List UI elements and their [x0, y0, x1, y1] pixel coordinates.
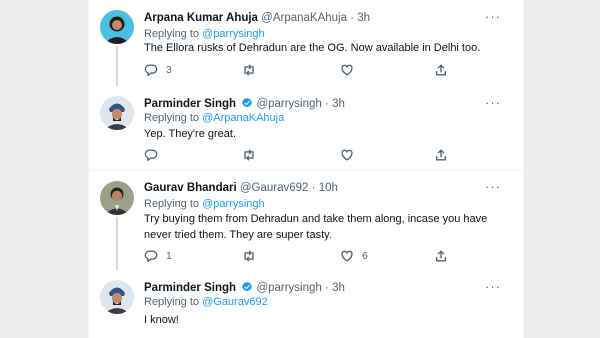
reply-count: 3 [166, 64, 172, 76]
replying-to: Replying to @Gaurav692 [144, 296, 268, 309]
tweet-parminder[interactable]: Parminder Singh @parrysingh · 3h ··· Rep… [89, 270, 523, 338]
reply-count: 1 [166, 250, 172, 262]
heart-icon [341, 149, 353, 161]
more-icon[interactable]: ··· [485, 179, 501, 194]
tweet-text: Try buying them from Dehradun and take t… [144, 213, 488, 241]
separator-dot: · [325, 98, 329, 110]
like-count: 6 [362, 250, 368, 262]
author-handle[interactable]: @parrysingh [256, 98, 321, 110]
reply-thread: Arpana Kumar Ahuja @ArpanaKAhuja · 3h ··… [88, 0, 524, 338]
author-name[interactable]: Parminder Singh [144, 98, 236, 110]
verified-badge-icon [242, 97, 253, 108]
avatar-gaurav[interactable] [100, 181, 134, 215]
author-handle[interactable]: @Gaurav692 [240, 182, 309, 194]
avatar-arpana[interactable] [100, 10, 134, 44]
tweet-actions: 3 [144, 63, 464, 79]
replying-to-label: Replying to [144, 28, 203, 40]
replying-to: Replying to @parrysingh [144, 198, 265, 211]
share-icon [435, 149, 447, 161]
tweet-text: The Ellora rusks of Dehradun are the OG.… [144, 42, 481, 54]
reply-button[interactable] [144, 148, 166, 162]
reply-button[interactable]: 3 [144, 63, 172, 77]
replying-to-handle[interactable]: @ArpanaKAhuja [202, 112, 284, 124]
tweet-header: Parminder Singh @parrysingh · 3h [144, 281, 345, 295]
more-icon[interactable]: ··· [485, 95, 501, 110]
timestamp[interactable]: 3h [332, 98, 345, 110]
tweet-header: Arpana Kumar Ahuja @ArpanaKAhuja · 3h [144, 11, 370, 25]
timestamp[interactable]: 3h [357, 12, 370, 24]
like-button[interactable]: 6 [340, 249, 368, 263]
reply-icon [144, 250, 158, 262]
replying-to-handle[interactable]: @parrysingh [202, 198, 265, 210]
heart-icon [341, 64, 353, 76]
avatar-parminder[interactable] [100, 280, 134, 314]
more-icon[interactable]: ··· [485, 279, 501, 294]
heart-icon [341, 250, 353, 262]
retweet-icon [244, 149, 254, 161]
avatar-parminder[interactable] [100, 96, 134, 130]
replying-to: Replying to @ArpanaKAhuja [144, 112, 284, 125]
author-name[interactable]: Parminder Singh [144, 282, 236, 294]
tweet-text: Yep. They're great. [144, 128, 236, 140]
retweet-icon [244, 250, 254, 262]
separator-dot: · [325, 282, 329, 294]
share-button[interactable] [434, 148, 448, 162]
verified-badge-icon [242, 281, 253, 292]
thread-line [116, 46, 118, 86]
share-button[interactable] [434, 63, 448, 77]
retweet-button[interactable] [242, 63, 264, 77]
author-handle[interactable]: @ArpanaKAhuja [261, 12, 347, 24]
tweet-gaurav[interactable]: Gaurav Bhandari @Gaurav692 · 10h ··· Rep… [89, 171, 523, 270]
separator-dot: · [311, 182, 316, 194]
like-button[interactable] [340, 63, 362, 77]
tweet-actions [144, 148, 464, 164]
reply-icon [144, 149, 158, 161]
tweet-text: I know! [144, 314, 179, 326]
tweet-header: Gaurav Bhandari @Gaurav692 · 10h [144, 181, 338, 195]
tweet-header: Parminder Singh @parrysingh · 3h [144, 97, 345, 111]
like-button[interactable] [340, 148, 362, 162]
author-handle[interactable]: @parrysingh [256, 282, 321, 294]
reply-icon [144, 64, 158, 76]
retweet-button[interactable] [242, 148, 264, 162]
tweet-parminder[interactable]: Parminder Singh @parrysingh · 3h ··· Rep… [89, 86, 523, 170]
share-icon [435, 64, 447, 76]
tweet-actions: 1 6 [144, 249, 464, 265]
timestamp[interactable]: 10h [319, 182, 338, 194]
replying-to-label: Replying to [144, 112, 203, 124]
timestamp[interactable]: 3h [332, 282, 345, 294]
reply-button[interactable]: 1 [144, 249, 172, 263]
replying-to-handle[interactable]: @parrysingh [202, 28, 265, 40]
share-icon [435, 250, 447, 262]
more-icon[interactable]: ··· [485, 9, 501, 24]
separator-dot: · [350, 12, 355, 24]
retweet-icon [244, 64, 254, 76]
retweet-button[interactable] [242, 249, 264, 263]
author-name[interactable]: Arpana Kumar Ahuja [144, 12, 258, 24]
thread-line [116, 217, 118, 270]
tweet-arpana[interactable]: Arpana Kumar Ahuja @ArpanaKAhuja · 3h ··… [89, 0, 523, 86]
share-button[interactable] [434, 249, 448, 263]
replying-to-handle[interactable]: @Gaurav692 [202, 296, 268, 308]
author-name[interactable]: Gaurav Bhandari [144, 182, 237, 194]
replying-to-label: Replying to [144, 198, 203, 210]
replying-to-label: Replying to [144, 296, 203, 308]
